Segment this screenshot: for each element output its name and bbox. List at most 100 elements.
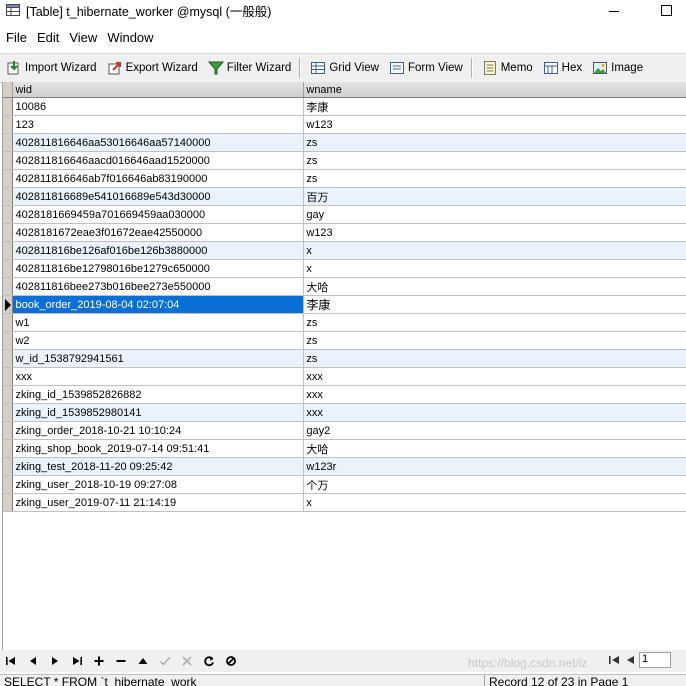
menu-edit[interactable]: Edit: [31, 30, 63, 45]
column-header-wid[interactable]: wid: [12, 82, 305, 98]
cell-wname[interactable]: xxx: [303, 403, 686, 422]
table-row[interactable]: zking_id_1539852980141 xxx: [3, 403, 686, 422]
cell-wid[interactable]: w1: [12, 313, 305, 332]
cell-wname[interactable]: gay2: [303, 421, 686, 440]
cell-wname[interactable]: x: [303, 493, 686, 512]
table-row[interactable]: 402811816646aacd016646aad1520000 zs: [3, 151, 686, 170]
row-indicator[interactable]: [3, 439, 14, 458]
cell-wname[interactable]: 李康: [303, 295, 686, 314]
table-row[interactable]: 402811816646ab7f016646ab83190000 zs: [3, 169, 686, 188]
apply-changes-button[interactable]: [154, 652, 176, 670]
row-indicator[interactable]: [3, 367, 14, 386]
cell-wid[interactable]: book_order_2019-08-04 02:07:04: [12, 295, 305, 314]
table-row[interactable]: 4028181669459a701669459aa030000 gay: [3, 205, 686, 224]
table-row[interactable]: zking_id_1539852826882 xxx: [3, 385, 686, 404]
table-row[interactable]: zking_user_2018-10-19 09:27:08 个万: [3, 475, 686, 494]
row-indicator[interactable]: [3, 331, 14, 350]
row-indicator[interactable]: [3, 187, 14, 206]
cell-wname[interactable]: 大哈: [303, 277, 686, 296]
row-indicator[interactable]: [3, 133, 14, 152]
cell-wname[interactable]: 李康: [303, 97, 686, 116]
form-view-button[interactable]: Form View: [383, 57, 467, 79]
column-header-wname[interactable]: wname: [303, 82, 686, 98]
row-indicator[interactable]: [3, 313, 14, 332]
cell-wname[interactable]: x: [303, 241, 686, 260]
cell-wid[interactable]: zking_id_1539852980141: [12, 403, 305, 422]
cell-wid[interactable]: 4028181672eae3f01672eae42550000: [12, 223, 305, 242]
cell-wid[interactable]: zking_test_2018-11-20 09:25:42: [12, 457, 305, 476]
table-row[interactable]: zking_shop_book_2019-07-14 09:51:41 大哈: [3, 439, 686, 458]
table-row[interactable]: 402811816bee273b016bee273e550000 大哈: [3, 277, 686, 296]
table-row[interactable]: book_order_2019-08-04 02:07:04 李康: [3, 295, 686, 314]
table-row[interactable]: w1 zs: [3, 313, 686, 332]
table-row[interactable]: zking_user_2019-07-11 21:14:19 x: [3, 493, 686, 512]
row-indicator[interactable]: [3, 403, 14, 422]
memo-button[interactable]: Memo: [476, 57, 537, 79]
row-indicator[interactable]: [3, 115, 14, 134]
row-indicator[interactable]: [3, 385, 14, 404]
row-indicator[interactable]: [3, 97, 14, 116]
delete-record-button[interactable]: [110, 652, 132, 670]
cell-wname[interactable]: zs: [303, 349, 686, 368]
row-indicator[interactable]: [3, 151, 14, 170]
first-record-button[interactable]: [0, 652, 22, 670]
last-record-button[interactable]: [66, 652, 88, 670]
cell-wname[interactable]: zs: [303, 331, 686, 350]
table-row[interactable]: 402811816689e541016689e543d30000 百万: [3, 187, 686, 206]
cell-wid[interactable]: zking_user_2019-07-11 21:14:19: [12, 493, 305, 512]
cell-wid[interactable]: 402811816646aacd016646aad1520000: [12, 151, 305, 170]
cell-wid[interactable]: zking_id_1539852826882: [12, 385, 305, 404]
cell-wname[interactable]: xxx: [303, 367, 686, 386]
add-record-button[interactable]: [88, 652, 110, 670]
menu-view[interactable]: View: [63, 30, 101, 45]
import-wizard-button[interactable]: Import Wizard: [0, 57, 101, 79]
cell-wname[interactable]: 个万: [303, 475, 686, 494]
refresh-button[interactable]: [198, 652, 220, 670]
table-row[interactable]: 402811816be126af016be126b3880000 x: [3, 241, 686, 260]
cell-wid[interactable]: 4028181669459a701669459aa030000: [12, 205, 305, 224]
cell-wid[interactable]: 402811816646ab7f016646ab83190000: [12, 169, 305, 188]
row-indicator[interactable]: [3, 421, 14, 440]
grid-view-button[interactable]: Grid View: [304, 57, 383, 79]
row-indicator[interactable]: [3, 277, 14, 296]
table-row[interactable]: 402811816be12798016be1279c650000 x: [3, 259, 686, 278]
row-indicator[interactable]: [3, 457, 14, 476]
menu-file[interactable]: File: [0, 30, 31, 45]
data-grid[interactable]: wid wname 10086 李康 123 w123 402811816646aa53…: [2, 82, 686, 650]
cell-wid[interactable]: zking_user_2018-10-19 09:27:08: [12, 475, 305, 494]
row-indicator[interactable]: [3, 169, 14, 188]
table-row[interactable]: zking_order_2018-10-21 10:10:24 gay2: [3, 421, 686, 440]
row-indicator[interactable]: [3, 493, 14, 512]
row-indicator[interactable]: [3, 223, 14, 242]
minimize-button[interactable]: [594, 0, 634, 20]
row-indicator[interactable]: [3, 205, 14, 224]
cell-wid[interactable]: zking_shop_book_2019-07-14 09:51:41: [12, 439, 305, 458]
table-row[interactable]: 123 w123: [3, 115, 686, 134]
row-indicator[interactable]: [3, 241, 14, 260]
cell-wid[interactable]: 402811816be126af016be126b3880000: [12, 241, 305, 260]
hex-button[interactable]: Hex: [537, 57, 586, 79]
export-wizard-button[interactable]: Export Wizard: [101, 57, 202, 79]
cell-wid[interactable]: 10086: [12, 97, 305, 116]
cell-wname[interactable]: gay: [303, 205, 686, 224]
cell-wname[interactable]: 百万: [303, 187, 686, 206]
maximize-button[interactable]: [646, 0, 686, 20]
row-indicator[interactable]: [3, 475, 14, 494]
cell-wid[interactable]: 402811816be12798016be1279c650000: [12, 259, 305, 278]
cell-wname[interactable]: w123r: [303, 457, 686, 476]
image-button[interactable]: Image: [586, 57, 647, 79]
menu-window[interactable]: Window: [101, 30, 157, 45]
table-row[interactable]: w_id_1538792941561 zs: [3, 349, 686, 368]
prior-record-button[interactable]: [22, 652, 44, 670]
cell-wname[interactable]: w123: [303, 115, 686, 134]
next-record-button[interactable]: [44, 652, 66, 670]
page-number-input[interactable]: 1: [639, 652, 671, 668]
cell-wname[interactable]: x: [303, 259, 686, 278]
cell-wid[interactable]: 402811816689e541016689e543d30000: [12, 187, 305, 206]
cell-wid[interactable]: 402811816646aa53016646aa57140000: [12, 133, 305, 152]
table-row[interactable]: w2 zs: [3, 331, 686, 350]
cell-wid[interactable]: xxx: [12, 367, 305, 386]
stop-button[interactable]: [220, 652, 242, 670]
cell-wname[interactable]: zs: [303, 133, 686, 152]
table-row[interactable]: 10086 李康: [3, 97, 686, 116]
